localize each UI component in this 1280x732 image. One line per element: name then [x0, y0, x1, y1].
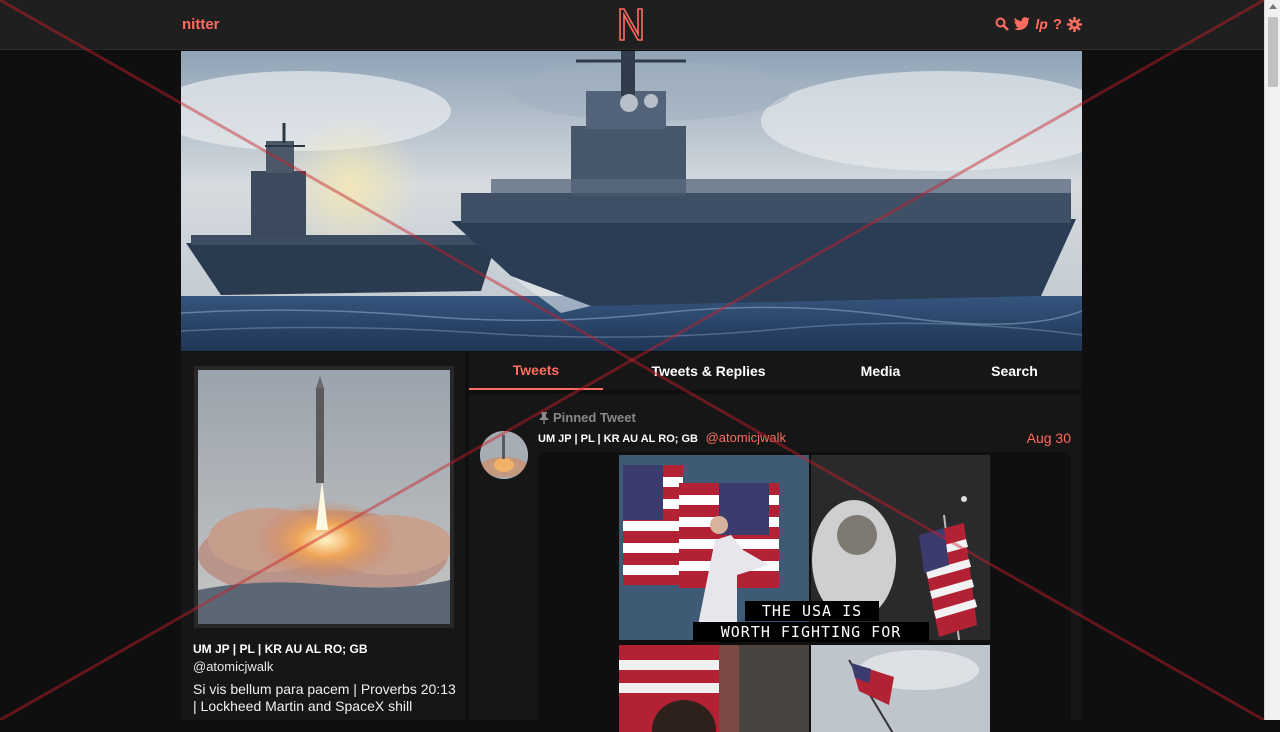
tweet[interactable]: Pinned Tweet UM JP | PL | KR AU AL RO; G…: [469, 394, 1082, 732]
profile-tabs: Tweets Tweets & Replies Media Search: [469, 352, 1082, 390]
pinned-text: Pinned Tweet: [553, 410, 636, 425]
twitter-icon[interactable]: [1014, 16, 1031, 32]
profile-fullname[interactable]: UM JP | PL | KR AU AL RO; GB: [193, 642, 368, 656]
nitter-logo-icon[interactable]: [617, 6, 645, 42]
scroll-up-arrow-icon[interactable]: [1269, 4, 1277, 9]
search-icon[interactable]: [995, 16, 1010, 32]
tweet-fullname[interactable]: UM JP | PL | KR AU AL RO; GB: [538, 433, 698, 445]
pin-icon: [539, 411, 549, 424]
nav-icons: lp ?: [995, 16, 1082, 33]
tweet-attachment[interactable]: THE USA IS WORTH FIGHTING FOR: [538, 452, 1071, 732]
gear-icon[interactable]: [1067, 16, 1082, 32]
tweet-username[interactable]: @atomicjwalk: [706, 430, 786, 445]
nav-brand-link[interactable]: nitter: [182, 16, 220, 33]
tweet-avatar-image: [480, 431, 528, 479]
caption-line-2: WORTH FIGHTING FOR: [721, 623, 902, 641]
tweet-image-collage: THE USA IS WORTH FIGHTING FOR: [619, 455, 990, 732]
tab-media[interactable]: Media: [814, 352, 947, 390]
flag-left: [623, 465, 683, 585]
tweet-date[interactable]: Aug 30: [1027, 430, 1071, 446]
timeline: Tweets Tweets & Replies Media Search Pin…: [469, 352, 1082, 732]
scroll-thumb[interactable]: [1268, 17, 1278, 87]
profile-card: UM JP | PL | KR AU AL RO; GB @atomicjwal…: [181, 352, 465, 720]
tab-search[interactable]: Search: [947, 352, 1082, 390]
profile-banner[interactable]: [181, 51, 1082, 351]
help-icon[interactable]: ?: [1053, 16, 1062, 33]
tweet-avatar[interactable]: [480, 431, 528, 479]
navbar: nitter lp ?: [0, 0, 1264, 50]
page-scrollbar[interactable]: [1264, 0, 1280, 720]
profile-bio: Si vis bellum para pacem | Proverbs 20:1…: [193, 681, 456, 714]
caption-line-1: THE USA IS: [762, 602, 862, 620]
tab-tweets-replies[interactable]: Tweets & Replies: [603, 352, 814, 390]
liberapay-icon[interactable]: lp: [1035, 16, 1047, 32]
banner-image: [181, 51, 1082, 351]
profile-username[interactable]: @atomicjwalk: [193, 659, 273, 674]
rocket-launch-image: [198, 370, 450, 624]
tweet-header: UM JP | PL | KR AU AL RO; GB @atomicjwal…: [538, 430, 1072, 446]
tab-tweets[interactable]: Tweets: [469, 352, 603, 390]
profile-avatar[interactable]: [194, 366, 454, 628]
pinned-label: Pinned Tweet: [539, 410, 636, 425]
